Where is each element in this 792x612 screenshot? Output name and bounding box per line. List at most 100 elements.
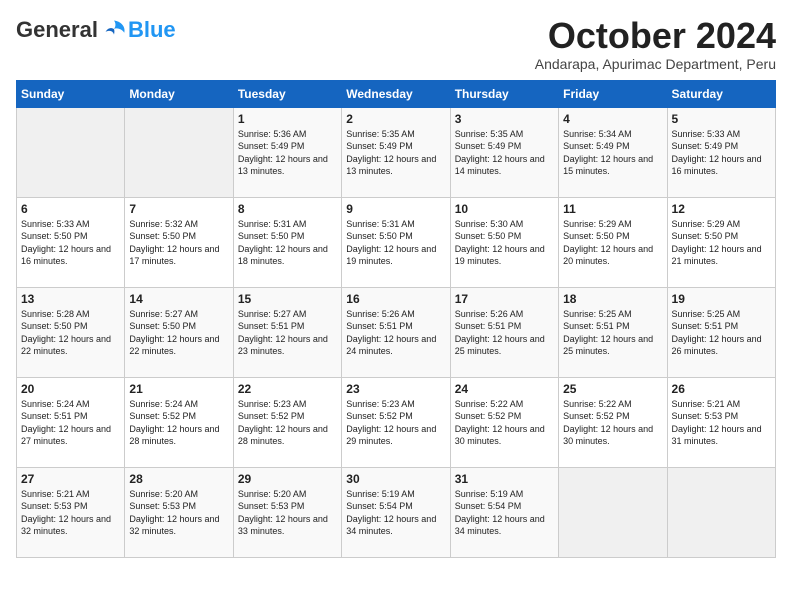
day-number: 19 bbox=[672, 292, 771, 306]
day-info: Sunrise: 5:25 AMSunset: 5:51 PMDaylight:… bbox=[563, 308, 662, 358]
day-number: 22 bbox=[238, 382, 337, 396]
day-info: Sunrise: 5:36 AMSunset: 5:49 PMDaylight:… bbox=[238, 128, 337, 178]
day-info: Sunrise: 5:26 AMSunset: 5:51 PMDaylight:… bbox=[455, 308, 554, 358]
day-info: Sunrise: 5:27 AMSunset: 5:50 PMDaylight:… bbox=[129, 308, 228, 358]
day-info: Sunrise: 5:23 AMSunset: 5:52 PMDaylight:… bbox=[346, 398, 445, 448]
day-number: 1 bbox=[238, 112, 337, 126]
day-number: 13 bbox=[21, 292, 120, 306]
day-info: Sunrise: 5:24 AMSunset: 5:51 PMDaylight:… bbox=[21, 398, 120, 448]
day-number: 16 bbox=[346, 292, 445, 306]
day-cell: 13 Sunrise: 5:28 AMSunset: 5:50 PMDayligh… bbox=[17, 287, 125, 377]
day-info: Sunrise: 5:33 AMSunset: 5:49 PMDaylight:… bbox=[672, 128, 771, 178]
day-cell: 21 Sunrise: 5:24 AMSunset: 5:52 PMDayligh… bbox=[125, 377, 233, 467]
day-number: 24 bbox=[455, 382, 554, 396]
day-cell: 25 Sunrise: 5:22 AMSunset: 5:52 PMDayligh… bbox=[559, 377, 667, 467]
location-subtitle: Andarapa, Apurimac Department, Peru bbox=[535, 56, 776, 72]
day-cell: 12 Sunrise: 5:29 AMSunset: 5:50 PMDayligh… bbox=[667, 197, 775, 287]
day-cell: 1 Sunrise: 5:36 AMSunset: 5:49 PMDaylight… bbox=[233, 107, 341, 197]
day-number: 12 bbox=[672, 202, 771, 216]
day-cell bbox=[559, 467, 667, 557]
day-number: 5 bbox=[672, 112, 771, 126]
month-title: October 2024 bbox=[535, 16, 776, 56]
day-cell bbox=[17, 107, 125, 197]
day-number: 15 bbox=[238, 292, 337, 306]
day-info: Sunrise: 5:26 AMSunset: 5:51 PMDaylight:… bbox=[346, 308, 445, 358]
week-row-1: 1 Sunrise: 5:36 AMSunset: 5:49 PMDaylight… bbox=[17, 107, 776, 197]
day-cell: 22Sunrise: 5:23 AMSunset: 5:52 PMDayligh… bbox=[233, 377, 341, 467]
day-cell: 28 Sunrise: 5:20 AMSunset: 5:53 PMDayligh… bbox=[125, 467, 233, 557]
day-info: Sunrise: 5:20 AMSunset: 5:53 PMDaylight:… bbox=[129, 488, 228, 538]
week-row-3: 13 Sunrise: 5:28 AMSunset: 5:50 PMDayligh… bbox=[17, 287, 776, 377]
day-number: 6 bbox=[21, 202, 120, 216]
week-row-5: 27 Sunrise: 5:21 AMSunset: 5:53 PMDayligh… bbox=[17, 467, 776, 557]
day-cell: 31 Sunrise: 5:19 AMSunset: 5:54 PMDayligh… bbox=[450, 467, 558, 557]
day-number: 7 bbox=[129, 202, 228, 216]
day-info: Sunrise: 5:19 AMSunset: 5:54 PMDaylight:… bbox=[455, 488, 554, 538]
day-info: Sunrise: 5:32 AMSunset: 5:50 PMDaylight:… bbox=[129, 218, 228, 268]
day-cell: 16 Sunrise: 5:26 AMSunset: 5:51 PMDayligh… bbox=[342, 287, 450, 377]
logo-blue-text: Blue bbox=[128, 19, 176, 41]
day-cell bbox=[667, 467, 775, 557]
logo-bird-icon bbox=[100, 16, 128, 44]
day-info: Sunrise: 5:35 AMSunset: 5:49 PMDaylight:… bbox=[455, 128, 554, 178]
day-cell: 18 Sunrise: 5:25 AMSunset: 5:51 PMDayligh… bbox=[559, 287, 667, 377]
day-info: Sunrise: 5:31 AMSunset: 5:50 PMDaylight:… bbox=[238, 218, 337, 268]
day-info: Sunrise: 5:28 AMSunset: 5:50 PMDaylight:… bbox=[21, 308, 120, 358]
day-number: 31 bbox=[455, 472, 554, 486]
day-number: 9 bbox=[346, 202, 445, 216]
day-cell: 15Sunrise: 5:27 AMSunset: 5:51 PMDayligh… bbox=[233, 287, 341, 377]
day-cell: 8 Sunrise: 5:31 AMSunset: 5:50 PMDaylight… bbox=[233, 197, 341, 287]
page-header: General Blue October 2024 Andarapa, Apur… bbox=[16, 16, 776, 72]
calendar-table: SundayMondayTuesdayWednesdayThursdayFrid… bbox=[16, 80, 776, 558]
day-info: Sunrise: 5:33 AMSunset: 5:50 PMDaylight:… bbox=[21, 218, 120, 268]
day-cell: 19 Sunrise: 5:25 AMSunset: 5:51 PMDayligh… bbox=[667, 287, 775, 377]
day-cell: 23 Sunrise: 5:23 AMSunset: 5:52 PMDayligh… bbox=[342, 377, 450, 467]
day-cell: 4 Sunrise: 5:34 AMSunset: 5:49 PMDaylight… bbox=[559, 107, 667, 197]
day-number: 8 bbox=[238, 202, 337, 216]
title-section: October 2024 Andarapa, Apurimac Departme… bbox=[535, 16, 776, 72]
day-info: Sunrise: 5:22 AMSunset: 5:52 PMDaylight:… bbox=[563, 398, 662, 448]
day-cell: 2 Sunrise: 5:35 AMSunset: 5:49 PMDaylight… bbox=[342, 107, 450, 197]
day-number: 4 bbox=[563, 112, 662, 126]
day-number: 11 bbox=[563, 202, 662, 216]
day-number: 14 bbox=[129, 292, 228, 306]
day-info: Sunrise: 5:31 AMSunset: 5:50 PMDaylight:… bbox=[346, 218, 445, 268]
col-header-monday: Monday bbox=[125, 80, 233, 107]
col-header-saturday: Saturday bbox=[667, 80, 775, 107]
col-header-tuesday: Tuesday bbox=[233, 80, 341, 107]
day-number: 2 bbox=[346, 112, 445, 126]
day-info: Sunrise: 5:35 AMSunset: 5:49 PMDaylight:… bbox=[346, 128, 445, 178]
day-info: Sunrise: 5:34 AMSunset: 5:49 PMDaylight:… bbox=[563, 128, 662, 178]
day-cell: 29 Sunrise: 5:20 AMSunset: 5:53 PMDayligh… bbox=[233, 467, 341, 557]
logo-general-text: General bbox=[16, 19, 98, 41]
day-number: 17 bbox=[455, 292, 554, 306]
day-number: 27 bbox=[21, 472, 120, 486]
day-cell: 10Sunrise: 5:30 AMSunset: 5:50 PMDayligh… bbox=[450, 197, 558, 287]
day-cell: 9 Sunrise: 5:31 AMSunset: 5:50 PMDaylight… bbox=[342, 197, 450, 287]
day-cell bbox=[125, 107, 233, 197]
day-number: 21 bbox=[129, 382, 228, 396]
day-info: Sunrise: 5:21 AMSunset: 5:53 PMDaylight:… bbox=[21, 488, 120, 538]
day-info: Sunrise: 5:24 AMSunset: 5:52 PMDaylight:… bbox=[129, 398, 228, 448]
day-number: 28 bbox=[129, 472, 228, 486]
day-info: Sunrise: 5:25 AMSunset: 5:51 PMDaylight:… bbox=[672, 308, 771, 358]
day-number: 23 bbox=[346, 382, 445, 396]
col-header-wednesday: Wednesday bbox=[342, 80, 450, 107]
day-number: 25 bbox=[563, 382, 662, 396]
day-number: 30 bbox=[346, 472, 445, 486]
day-cell: 27 Sunrise: 5:21 AMSunset: 5:53 PMDayligh… bbox=[17, 467, 125, 557]
day-number: 20 bbox=[21, 382, 120, 396]
day-info: Sunrise: 5:22 AMSunset: 5:52 PMDaylight:… bbox=[455, 398, 554, 448]
day-cell: 14 Sunrise: 5:27 AMSunset: 5:50 PMDayligh… bbox=[125, 287, 233, 377]
day-number: 29 bbox=[238, 472, 337, 486]
col-header-friday: Friday bbox=[559, 80, 667, 107]
day-info: Sunrise: 5:20 AMSunset: 5:53 PMDaylight:… bbox=[238, 488, 337, 538]
day-info: Sunrise: 5:29 AMSunset: 5:50 PMDaylight:… bbox=[672, 218, 771, 268]
day-number: 18 bbox=[563, 292, 662, 306]
day-number: 3 bbox=[455, 112, 554, 126]
logo: General Blue bbox=[16, 16, 176, 44]
day-cell: 26Sunrise: 5:21 AMSunset: 5:53 PMDayligh… bbox=[667, 377, 775, 467]
day-info: Sunrise: 5:21 AMSunset: 5:53 PMDaylight:… bbox=[672, 398, 771, 448]
day-cell: 24 Sunrise: 5:22 AMSunset: 5:52 PMDayligh… bbox=[450, 377, 558, 467]
day-cell: 6 Sunrise: 5:33 AMSunset: 5:50 PMDaylight… bbox=[17, 197, 125, 287]
